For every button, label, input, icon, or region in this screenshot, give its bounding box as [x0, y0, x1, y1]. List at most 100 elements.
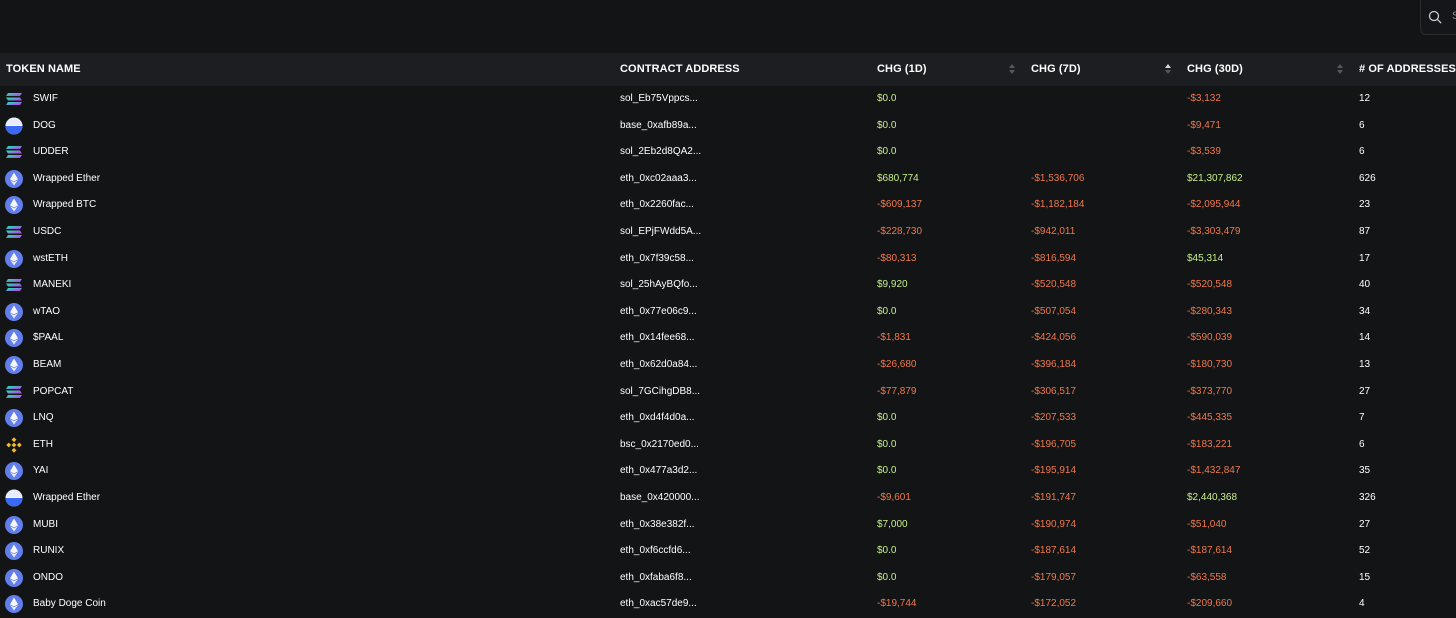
contract-address: eth_0x38e382f...: [620, 518, 695, 530]
chg-1d-value: $9,920: [877, 279, 908, 291]
token-name: RUNIX: [33, 545, 65, 557]
table-row[interactable]: Wrapped Ether base_0x420000... -$9,601 -$19…: [0, 485, 1456, 512]
address-count: 23: [1359, 199, 1371, 211]
contract-address: bsc_0x2170ed0...: [620, 438, 699, 450]
contract-address: eth_0xc02aaa3...: [620, 172, 697, 184]
token-name: Wrapped BTC: [33, 199, 97, 211]
table-row[interactable]: wTAO eth_0x77e06c9... $0.0 -$507,054 -$280,3…: [0, 299, 1456, 326]
chg-1d-value: $7,000: [877, 518, 908, 530]
contract-address: eth_0x62d0a84...: [620, 359, 698, 370]
sort-30d-icon[interactable]: [1337, 64, 1344, 76]
search-input[interactable]: S: [1420, 0, 1456, 35]
chg-30d-value: $2,440,368: [1187, 492, 1238, 503]
chg-7d-value: -$190,974: [1031, 518, 1077, 530]
contract-address: eth_0x477a3d2...: [620, 465, 698, 477]
search-icon: [1428, 10, 1442, 24]
chg-7d-value: -$207,533: [1031, 412, 1077, 424]
contract-address: eth_0xac57de9...: [620, 598, 697, 610]
solana-icon: [5, 90, 23, 108]
address-count: 17: [1359, 252, 1371, 264]
chg-30d-value: -$590,039: [1187, 332, 1233, 344]
chg-1d-value: $680,774: [877, 172, 919, 184]
contract-address: sol_25hAyBQfo...: [620, 279, 698, 291]
address-count: 52: [1359, 545, 1371, 557]
chg-30d-value: -$51,040: [1187, 518, 1227, 530]
chg-30d-value: -$180,730: [1187, 359, 1233, 370]
chg-30d-value: $21,307,862: [1187, 172, 1243, 184]
solana-icon: [5, 276, 23, 294]
table-row[interactable]: ONDO eth_0xfaba6f8... $0.0 -$179,057 -$63,55…: [0, 565, 1456, 592]
table-row[interactable]: Wrapped BTC eth_0x2260fac... -$609,137 -$1,…: [0, 192, 1456, 219]
token-name: MANEKI: [33, 279, 72, 291]
table-row[interactable]: SWIF sol_Eb75Vppcs... $0.0 -$3,132 12: [0, 86, 1456, 113]
contract-address: eth_0x2260fac...: [620, 199, 694, 211]
chg-7d-value: -$172,052: [1031, 598, 1077, 610]
table-row[interactable]: LNQ eth_0xd4f4d0a... $0.0 -$207,533 -$445,33…: [0, 405, 1456, 432]
table-row[interactable]: ETH bsc_0x2170ed0... $0.0 -$196,705 -$183,22…: [0, 432, 1456, 459]
table-row[interactable]: MANEKI sol_25hAyBQfo... $9,920 -$520,548 -$5…: [0, 272, 1456, 299]
contract-address: eth_0xf6ccfd6...: [620, 545, 691, 557]
chg-30d-value: -$1,432,847: [1187, 465, 1241, 477]
address-count: 12: [1359, 93, 1371, 104]
ethereum-icon: [5, 169, 23, 188]
chg-30d-value: -$3,539: [1187, 146, 1221, 158]
chg-1d-value: -$9,601: [877, 492, 911, 503]
column-header-chg-7d[interactable]: CHG (7D): [1031, 53, 1081, 86]
contract-address: sol_Eb75Vppcs...: [620, 93, 698, 104]
table-row[interactable]: USDC sol_EPjFWdd5A... -$228,730 -$942,011 -$…: [0, 219, 1456, 246]
address-count: 35: [1359, 465, 1371, 477]
solana-icon: [5, 143, 23, 161]
table-row[interactable]: BEAM eth_0x62d0a84... -$26,680 -$396,184 -$1…: [0, 352, 1456, 379]
address-count: 40: [1359, 279, 1371, 291]
token-name: wstETH: [33, 252, 68, 264]
chg-7d-value: -$187,614: [1031, 545, 1077, 557]
column-header-num-addresses[interactable]: # OF ADDRESSES: [1359, 53, 1456, 86]
token-name: Wrapped Ether: [33, 492, 101, 503]
ethereum-icon: [5, 595, 23, 614]
table-row[interactable]: MUBI eth_0x38e382f... $7,000 -$190,974 -$51,…: [0, 512, 1456, 539]
token-name: $PAAL: [33, 332, 64, 344]
address-count: 6: [1359, 146, 1365, 158]
column-header-chg-30d[interactable]: CHG (30D): [1187, 53, 1243, 86]
chg-7d-value: -$520,548: [1031, 279, 1077, 291]
table-row[interactable]: $PAAL eth_0x14fee68... -$1,831 -$424,056 -$5…: [0, 325, 1456, 352]
sort-7d-icon[interactable]: [1165, 64, 1172, 76]
table-row[interactable]: YAI eth_0x477a3d2... $0.0 -$195,914 -$1,432,…: [0, 458, 1456, 485]
contract-address: eth_0x7f39c58...: [620, 252, 694, 264]
chg-1d-value: $0.0: [877, 545, 897, 557]
table-row[interactable]: DOG base_0xafb89a... $0.0 -$9,471 6: [0, 113, 1456, 140]
contract-address: sol_2Eb2d8QA2...: [620, 146, 702, 158]
token-name: ETH: [33, 438, 53, 450]
chg-1d-value: -$19,744: [877, 598, 917, 610]
sort-1d-icon[interactable]: [1009, 64, 1016, 76]
contract-address: eth_0xd4f4d0a...: [620, 412, 695, 424]
table-row[interactable]: POPCAT sol_7GCihgDB8... -$77,879 -$306,517 -…: [0, 379, 1456, 406]
token-name: YAI: [33, 465, 49, 477]
chg-30d-value: -$445,335: [1187, 412, 1233, 424]
column-header-chg-1d[interactable]: CHG (1D): [877, 53, 927, 86]
address-count: 626: [1359, 172, 1376, 184]
chg-1d-value: -$26,680: [877, 359, 917, 370]
address-count: 326: [1359, 492, 1376, 503]
address-count: 4: [1359, 598, 1365, 610]
chg-30d-value: -$373,770: [1187, 385, 1233, 397]
table-row[interactable]: RUNIX eth_0xf6ccfd6... $0.0 -$187,614 -$187,…: [0, 538, 1456, 565]
table-row[interactable]: UDDER sol_2Eb2d8QA2... $0.0 -$3,539 6: [0, 139, 1456, 166]
address-count: 87: [1359, 226, 1371, 237]
chg-7d-value: -$191,747: [1031, 492, 1077, 503]
chg-1d-value: $0.0: [877, 412, 897, 424]
bnb-icon: [5, 436, 23, 454]
table-row[interactable]: Wrapped Ether eth_0xc02aaa3... $680,774 -$1…: [0, 166, 1456, 193]
chg-1d-value: -$609,137: [877, 199, 923, 211]
chg-30d-value: $45,314: [1187, 252, 1224, 264]
contract-address: base_0x420000...: [620, 492, 700, 503]
table-row[interactable]: wstETH eth_0x7f39c58... -$80,313 -$816,594 $…: [0, 246, 1456, 273]
column-header-token-name[interactable]: TOKEN NAME: [6, 53, 81, 86]
token-name: SWIF: [33, 93, 58, 104]
column-header-contract-address[interactable]: CONTRACT ADDRESS: [620, 53, 740, 86]
chg-1d-value: $0.0: [877, 305, 897, 317]
token-name: Wrapped Ether: [33, 172, 101, 184]
table-row[interactable]: Baby Doge Coin eth_0xac57de9... -$19,744 -$…: [0, 591, 1456, 618]
chg-30d-value: -$183,221: [1187, 438, 1233, 450]
ethereum-icon: [5, 568, 23, 587]
